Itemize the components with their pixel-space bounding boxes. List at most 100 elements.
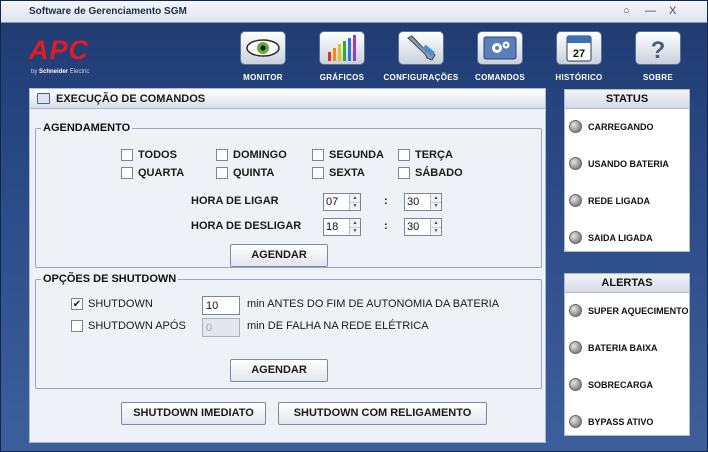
brand-subtitle: by Schneider Electric xyxy=(31,69,90,75)
spin-down-icon[interactable]: ▼ xyxy=(431,202,441,209)
toolbar-graficos[interactable]: GRÁFICOS xyxy=(302,31,382,87)
app-window: Software de Gerenciamento SGM ○ — X APC … xyxy=(0,0,708,452)
spin-up-icon[interactable]: ▲ xyxy=(350,194,360,202)
toolbar-monitor[interactable]: MONITOR xyxy=(223,31,303,87)
window-icon xyxy=(37,93,50,104)
toolbar-monitor-label: MONITOR xyxy=(243,73,283,82)
toolbar-configuracoes[interactable]: CONFIGURAÇÕES xyxy=(381,31,461,87)
toolbar-sobre[interactable]: ? SOBRE xyxy=(618,31,698,87)
day-checkbox-sexta[interactable]: SEXTA xyxy=(312,167,365,179)
checkbox-box xyxy=(398,167,410,179)
time-separator: : xyxy=(384,220,388,232)
alerts-title: ALERTAS xyxy=(565,274,689,293)
spin-down-icon[interactable]: ▼ xyxy=(350,202,360,209)
settings-window-button[interactable]: ○ xyxy=(623,5,630,17)
checkbox-box xyxy=(398,149,410,161)
gears-icon xyxy=(477,31,523,65)
off-hour-spinner[interactable]: 18 ▲ ▼ xyxy=(323,218,361,236)
led-off-icon xyxy=(569,378,582,391)
main-toolbar: APC by Schneider Electric MONITOR GRÁFIC… xyxy=(1,23,707,85)
checkbox-box xyxy=(312,149,324,161)
off-time-label: HORA DE DESLIGAR xyxy=(191,220,302,232)
spin-down-icon[interactable]: ▼ xyxy=(350,227,360,234)
alerts-panel: ALERTAS SUPER AQUECIMENTO BATERIA BAIXA … xyxy=(564,273,690,436)
schedule-legend: AGENDAMENTO xyxy=(43,122,131,134)
spin-up-icon[interactable]: ▲ xyxy=(431,219,441,227)
led-off-icon xyxy=(569,157,582,170)
day-checkbox-quarta[interactable]: QUARTA xyxy=(121,167,184,179)
calendar-icon: 27 xyxy=(556,31,602,65)
toolbar-graficos-label: GRÁFICOS xyxy=(319,73,365,82)
status-saida-ligada: SAIDA LIGADA xyxy=(569,231,653,244)
shutdown-after-checkbox[interactable]: SHUTDOWN APÓS xyxy=(71,320,186,332)
toolbar-historico[interactable]: 27 HISTÓRICO xyxy=(539,31,619,87)
svg-text:27: 27 xyxy=(573,48,585,60)
shutdown-minutes-input[interactable] xyxy=(202,296,240,315)
minimize-button[interactable]: — xyxy=(645,5,656,17)
checkbox-box xyxy=(312,167,324,179)
day-checkbox-sabado[interactable]: SÁBADO xyxy=(398,167,463,179)
spin-up-icon[interactable]: ▲ xyxy=(431,194,441,202)
bar-chart-icon xyxy=(319,31,365,65)
day-checkbox-quinta[interactable]: QUINTA xyxy=(216,167,274,179)
shutdown-agendar-button[interactable]: AGENDAR xyxy=(230,359,328,382)
led-off-icon xyxy=(569,341,582,354)
shutdown-options-group: OPÇÕES DE SHUTDOWN ✔SHUTDOWN min ANTES D… xyxy=(35,273,542,389)
led-off-icon xyxy=(569,231,582,244)
help-icon: ? xyxy=(635,31,681,65)
checkmark-icon: ✔ xyxy=(71,298,83,310)
window-title: Software de Gerenciamento SGM xyxy=(29,6,187,17)
on-hour-spinner[interactable]: 07 ▲ ▼ xyxy=(323,193,361,211)
eye-icon xyxy=(240,31,286,65)
day-checkbox-todos[interactable]: TODOS xyxy=(121,149,177,161)
wrench-icon xyxy=(398,31,444,65)
checkbox-box xyxy=(216,149,228,161)
shutdown-legend: OPÇÕES DE SHUTDOWN xyxy=(43,273,177,285)
on-minute-spinner[interactable]: 30 ▲ ▼ xyxy=(404,193,442,211)
toolbar-configuracoes-label: CONFIGURAÇÕES xyxy=(383,73,459,82)
apc-logo: APC xyxy=(29,35,90,65)
shutdown-checkbox[interactable]: ✔ SHUTDOWN xyxy=(71,298,153,310)
status-usando-bateria: USANDO BATERIA xyxy=(569,157,669,170)
title-bar: Software de Gerenciamento SGM ○ — X xyxy=(1,1,707,23)
shutdown-immediate-button[interactable]: SHUTDOWN IMEDIATO xyxy=(121,402,266,425)
checkbox-box xyxy=(121,167,133,179)
commands-panel: EXECUÇÃO DE COMANDOS AGENDAMENTO TODOS D… xyxy=(29,88,546,443)
shutdown-after-minutes-input xyxy=(202,318,240,337)
status-carregando: CARREGANDO xyxy=(569,120,654,133)
day-checkbox-terca[interactable]: TERÇA xyxy=(398,149,453,161)
svg-text:?: ? xyxy=(651,37,666,64)
schedule-agendar-button[interactable]: AGENDAR xyxy=(230,244,328,267)
toolbar-sobre-label: SOBRE xyxy=(643,73,673,82)
off-minute-spinner[interactable]: 30 ▲ ▼ xyxy=(404,218,442,236)
spin-up-icon[interactable]: ▲ xyxy=(350,219,360,227)
time-separator: : xyxy=(384,195,388,207)
shutdown-after-text: min DE FALHA NA REDE ELÉTRICA xyxy=(247,320,429,332)
status-panel: STATUS CARREGANDO USANDO BATERIA REDE LI… xyxy=(564,89,690,252)
checkbox-box xyxy=(71,320,83,332)
checkbox-box xyxy=(121,149,133,161)
checkbox-box xyxy=(216,167,228,179)
day-checkbox-segunda[interactable]: SEGUNDA xyxy=(312,149,384,161)
alert-super-aquecimento: SUPER AQUECIMENTO xyxy=(569,304,689,317)
led-off-icon xyxy=(569,194,582,207)
spin-down-icon[interactable]: ▼ xyxy=(431,227,441,234)
led-off-icon xyxy=(569,415,582,428)
alert-bateria-baixa: BATERIA BAIXA xyxy=(569,341,658,354)
toolbar-comandos[interactable]: COMANDOS xyxy=(460,31,540,87)
on-time-label: HORA DE LIGAR xyxy=(191,195,279,207)
close-button[interactable]: X xyxy=(669,5,676,17)
toolbar-historico-label: HISTÓRICO xyxy=(555,73,603,82)
shutdown-restart-button[interactable]: SHUTDOWN COM RELIGAMENTO xyxy=(278,402,487,425)
alert-sobrecarga: SOBRECARGA xyxy=(569,378,653,391)
status-rede-ligada: REDE LIGADA xyxy=(569,194,650,207)
schedule-group: AGENDAMENTO TODOS DOMINGO SEGUNDA TERÇA … xyxy=(35,122,542,268)
panel-header: EXECUÇÃO DE COMANDOS xyxy=(30,89,545,109)
shutdown-before-text: min ANTES DO FIM DE AUTONOMIA DA BATERIA xyxy=(247,298,500,310)
led-off-icon xyxy=(569,304,582,317)
led-off-icon xyxy=(569,120,582,133)
panel-title: EXECUÇÃO DE COMANDOS xyxy=(56,93,206,105)
day-checkbox-domingo[interactable]: DOMINGO xyxy=(216,149,287,161)
alert-bypass-ativo: BYPASS ATIVO xyxy=(569,415,653,428)
toolbar-comandos-label: COMANDOS xyxy=(475,73,525,82)
